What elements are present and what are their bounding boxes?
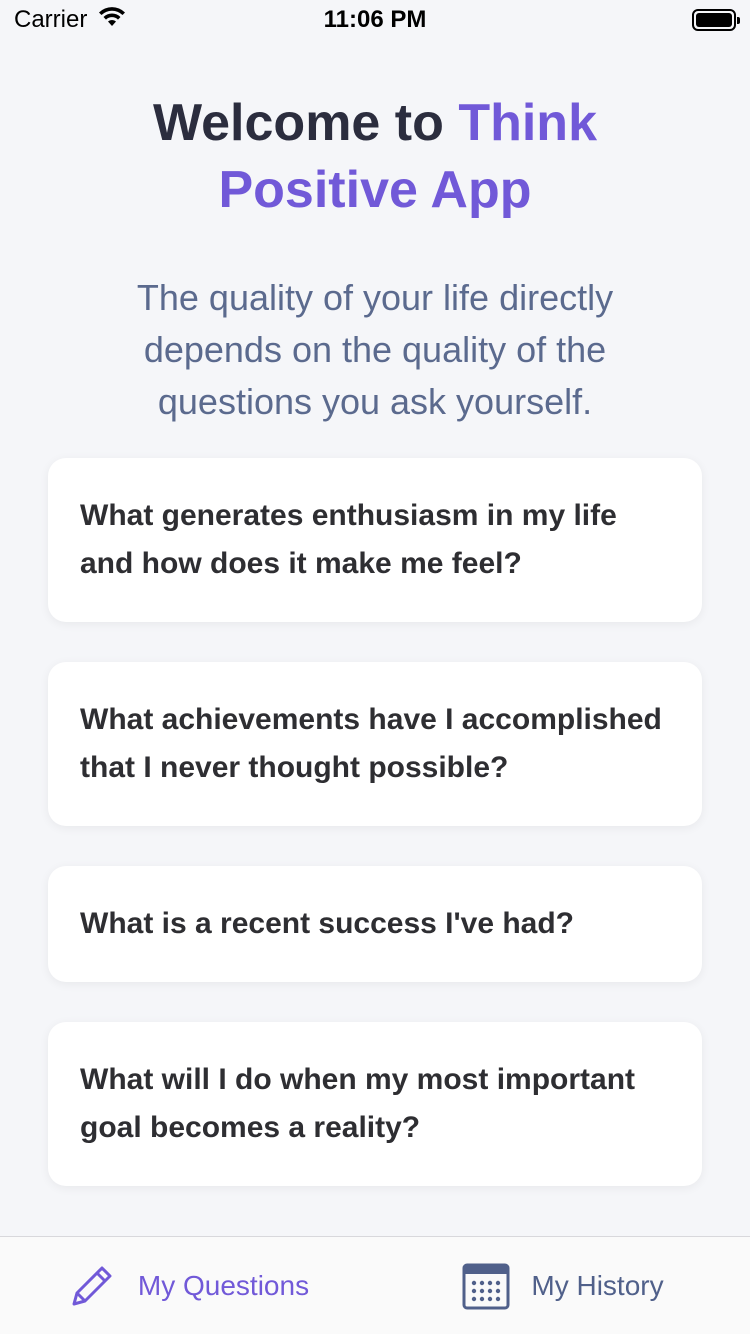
tab-my-questions[interactable]: My Questions bbox=[0, 1237, 375, 1334]
tab-my-history[interactable]: My History bbox=[375, 1237, 750, 1334]
question-card[interactable]: What will I do when my most important go… bbox=[48, 1022, 702, 1186]
page-subtitle: The quality of your life directly depend… bbox=[136, 277, 614, 422]
question-card[interactable]: What achievements have I accomplished th… bbox=[48, 662, 702, 826]
tab-label: My Questions bbox=[137, 1269, 310, 1301]
app-screen: Carrier 11:06 PM Welcome to Think Positi… bbox=[0, 0, 750, 1334]
tab-bar: My Questions My History bbox=[0, 1236, 750, 1334]
battery-level bbox=[696, 13, 732, 27]
calendar-icon bbox=[461, 1261, 511, 1311]
question-list: What generates enthusiasm in my life and… bbox=[48, 458, 702, 1226]
status-time: 11:06 PM bbox=[323, 6, 427, 33]
tab-label: My History bbox=[531, 1269, 664, 1301]
status-bar: Carrier 11:06 PM bbox=[0, 0, 750, 40]
battery-icon bbox=[692, 9, 740, 31]
page-title: Welcome to Think Positive App bbox=[0, 90, 750, 224]
pencil-icon bbox=[66, 1260, 118, 1312]
question-card[interactable]: What is a recent success I've had? bbox=[48, 866, 702, 982]
question-card[interactable]: What generates enthusiasm in my life and… bbox=[48, 458, 702, 622]
title-prefix: Welcome to bbox=[153, 94, 459, 152]
